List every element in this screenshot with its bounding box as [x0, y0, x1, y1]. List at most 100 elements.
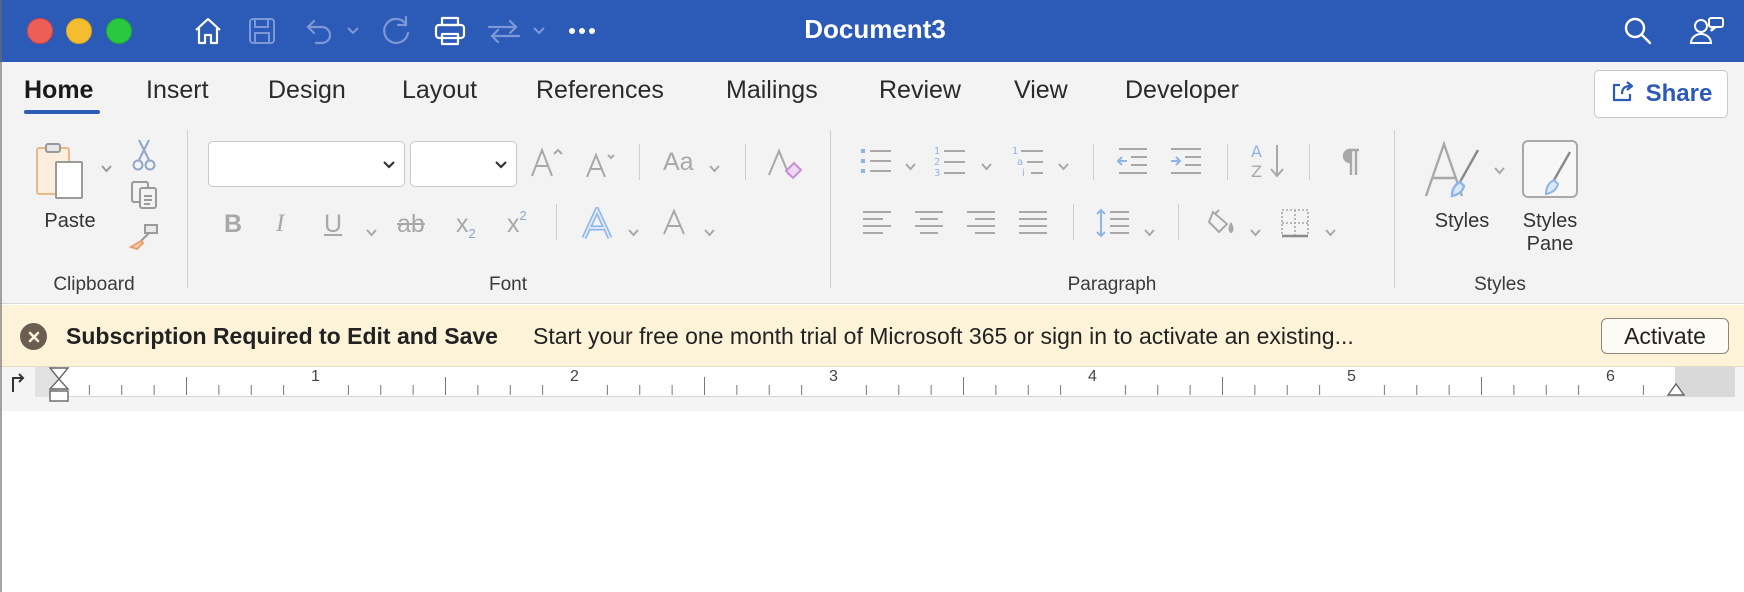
reading-mode-icon[interactable]: [486, 11, 522, 51]
activate-button[interactable]: Activate: [1601, 318, 1729, 354]
save-icon[interactable]: [244, 11, 280, 51]
tab-references[interactable]: References: [536, 76, 664, 105]
styles-pane-button[interactable]: Styles Pane: [1510, 210, 1590, 256]
share-button[interactable]: Share: [1594, 70, 1728, 118]
font-name-dropdown[interactable]: [208, 141, 405, 187]
notification-title: Subscription Required to Edit and Save: [66, 323, 498, 349]
styles-group-label: Styles: [1474, 274, 1526, 295]
copy-icon[interactable]: [128, 178, 160, 212]
superscript-button[interactable]: x2: [507, 208, 527, 239]
ruler-ticks: [35, 367, 1735, 397]
tab-home[interactable]: Home: [24, 76, 93, 105]
justify-icon[interactable]: [1016, 208, 1050, 238]
ruler: 1 2 3 4 5 6: [0, 367, 1744, 411]
divider: [1178, 204, 1179, 240]
text-effects-chevron-icon[interactable]: [627, 224, 640, 242]
shading-chevron-icon[interactable]: [1249, 224, 1262, 242]
chevron-down-icon: [382, 157, 396, 175]
dismiss-notification-icon[interactable]: [20, 323, 47, 350]
multilevel-list-icon[interactable]: 1ai: [1010, 142, 1046, 180]
window-left-edge: [0, 0, 2, 592]
borders-icon[interactable]: [1278, 206, 1312, 240]
change-case-chevron-icon[interactable]: [708, 160, 721, 178]
window-minimize-button[interactable]: [66, 18, 92, 44]
styles-label[interactable]: Styles: [1422, 210, 1502, 233]
ruler-strip[interactable]: 1 2 3 4 5 6: [35, 367, 1735, 397]
underline-chevron-icon[interactable]: [365, 224, 378, 242]
tab-review[interactable]: Review: [879, 76, 961, 105]
undo-dropdown-chevron-icon[interactable]: [344, 11, 362, 51]
share-icon: [1610, 79, 1636, 110]
account-icon[interactable]: [1688, 11, 1726, 51]
italic-button[interactable]: I: [276, 210, 284, 238]
align-center-icon[interactable]: [912, 208, 946, 238]
clear-formatting-icon[interactable]: [766, 144, 804, 184]
shading-icon[interactable]: [1204, 206, 1240, 240]
document-canvas[interactable]: [0, 411, 1744, 592]
home-icon[interactable]: [190, 11, 226, 51]
text-effects-icon[interactable]: [580, 204, 614, 244]
tab-view[interactable]: View: [1014, 76, 1068, 105]
undo-icon[interactable]: [300, 11, 336, 51]
divider: [639, 144, 640, 180]
tab-insert[interactable]: Insert: [146, 76, 209, 105]
divider: [1093, 144, 1094, 180]
reading-mode-dropdown-chevron-icon[interactable]: [530, 11, 548, 51]
font-size-dropdown[interactable]: [410, 141, 517, 187]
sort-icon[interactable]: AZ: [1248, 140, 1288, 182]
more-options-icon[interactable]: [566, 11, 598, 51]
font-color-icon[interactable]: [660, 206, 688, 240]
cut-icon[interactable]: [130, 138, 158, 172]
align-right-icon[interactable]: [964, 208, 998, 238]
styles-gallery-icon[interactable]: [1422, 138, 1486, 202]
paste-icon[interactable]: [34, 142, 86, 202]
strikethrough-button[interactable]: ab: [397, 210, 425, 239]
subscript-button[interactable]: x2: [456, 210, 476, 241]
notification-message: Start your free one month trial of Micro…: [533, 323, 1354, 349]
share-label: Share: [1645, 80, 1713, 107]
increase-indent-icon[interactable]: [1168, 144, 1204, 178]
bullets-icon[interactable]: [858, 144, 894, 178]
print-icon[interactable]: [432, 11, 468, 51]
styles-chevron-icon[interactable]: [1493, 162, 1506, 180]
title-bar: Document3: [0, 0, 1744, 62]
redo-icon[interactable]: [378, 11, 414, 51]
paragraph-group-label: Paragraph: [1067, 274, 1157, 295]
clipboard-group-label: Clipboard: [53, 274, 135, 295]
numbering-chevron-icon[interactable]: [980, 158, 993, 176]
search-icon[interactable]: [1620, 11, 1656, 51]
tab-developer[interactable]: Developer: [1125, 76, 1239, 105]
bullets-chevron-icon[interactable]: [904, 158, 917, 176]
line-spacing-chevron-icon[interactable]: [1143, 224, 1156, 242]
paste-label[interactable]: Paste: [32, 210, 108, 233]
ruler-number: 1: [311, 368, 320, 385]
right-indent-marker[interactable]: [1666, 381, 1686, 397]
align-left-icon[interactable]: [860, 208, 894, 238]
ruler-number: 3: [829, 368, 838, 385]
increase-font-size-icon[interactable]: [530, 142, 564, 182]
decrease-font-size-icon[interactable]: [584, 144, 618, 184]
show-formatting-marks-icon[interactable]: [1334, 144, 1364, 180]
multilevel-list-chevron-icon[interactable]: [1057, 158, 1070, 176]
tab-stop-selector-icon[interactable]: [6, 371, 28, 395]
first-line-indent-marker[interactable]: [48, 367, 70, 411]
bold-button[interactable]: B: [224, 210, 242, 239]
change-case-label[interactable]: Aa: [663, 148, 694, 177]
borders-chevron-icon[interactable]: [1324, 224, 1337, 242]
font-color-chevron-icon[interactable]: [703, 224, 716, 242]
font-group-label: Font: [488, 274, 528, 295]
format-painter-icon[interactable]: [126, 220, 162, 252]
tab-layout[interactable]: Layout: [402, 76, 477, 105]
tab-mailings[interactable]: Mailings: [726, 76, 818, 105]
tab-design[interactable]: Design: [268, 76, 346, 105]
decrease-indent-icon[interactable]: [1114, 144, 1150, 178]
numbering-icon[interactable]: 123: [932, 142, 968, 180]
underline-button[interactable]: U: [324, 210, 342, 239]
line-spacing-icon[interactable]: [1094, 206, 1132, 240]
divider: [1309, 144, 1310, 180]
paste-dropdown-chevron-icon[interactable]: [98, 160, 114, 176]
styles-pane-icon[interactable]: [1520, 138, 1580, 200]
window-close-button[interactable]: [27, 18, 53, 44]
divider: [1227, 144, 1228, 180]
window-zoom-button[interactable]: [106, 18, 132, 44]
